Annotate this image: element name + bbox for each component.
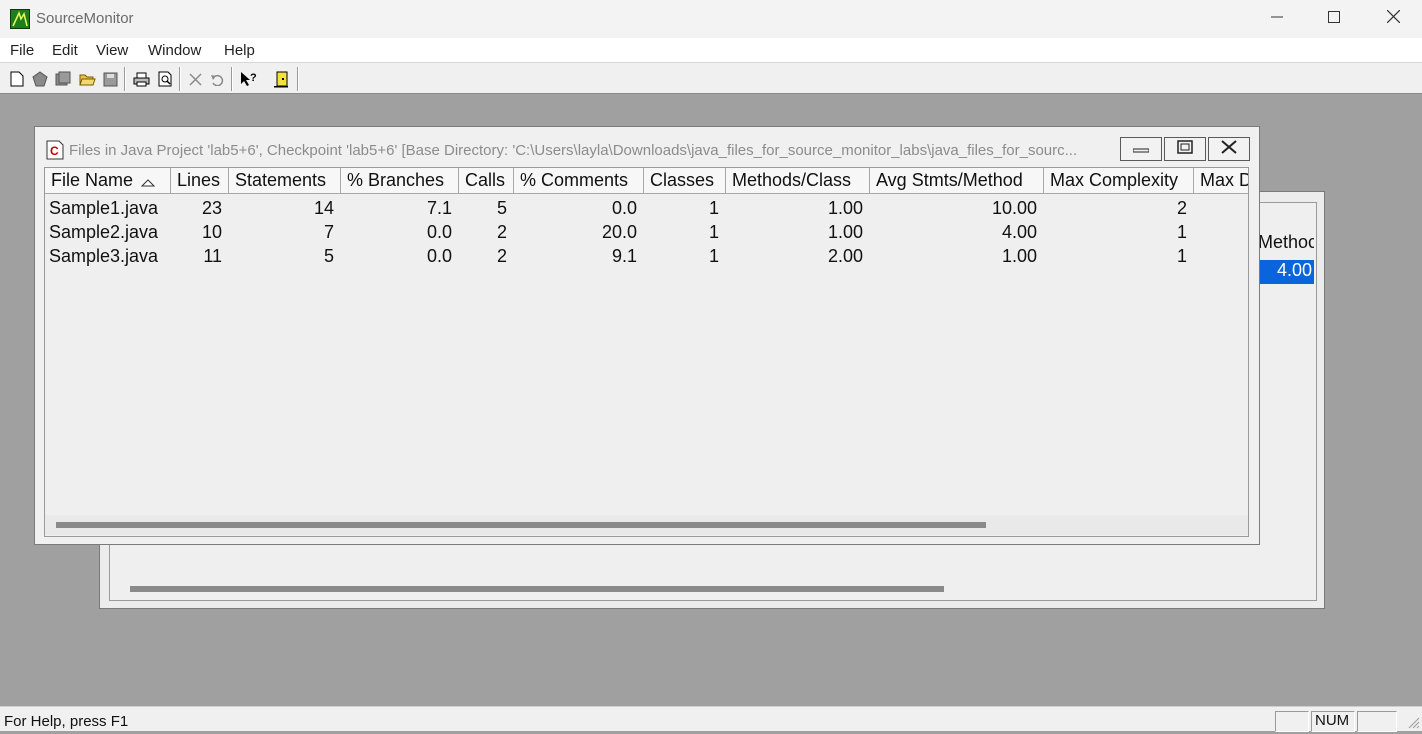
minimize-button[interactable] — [1120, 137, 1162, 161]
document-icon: C — [46, 140, 64, 160]
cell-classes: 1 — [708, 198, 719, 218]
horizontal-scrollbar-thumb[interactable] — [56, 522, 986, 528]
toolbar-separator — [231, 67, 233, 91]
resize-grip-icon[interactable] — [1404, 713, 1420, 729]
files-window-title: Files in Java Project 'lab5+6', Checkpoi… — [69, 142, 1078, 159]
minimize-button[interactable] — [1248, 0, 1306, 38]
horizontal-scrollbar[interactable] — [130, 586, 944, 592]
cell-avg-stmts-per-method: 10.00 — [991, 198, 1037, 218]
print-icon[interactable] — [130, 68, 152, 90]
column-header-statements[interactable]: Statements — [229, 168, 341, 194]
open-folder-icon[interactable] — [76, 68, 98, 90]
minimize-icon — [1271, 10, 1283, 28]
undo-icon[interactable] — [206, 68, 228, 90]
cell-branches: 0.0 — [426, 246, 452, 266]
column-header-lines[interactable]: Lines — [171, 168, 229, 194]
menu-help[interactable]: Help — [224, 42, 255, 59]
menu-bar: File Edit View Window Help — [0, 38, 1422, 63]
status-help-text: For Help, press F1 — [4, 713, 129, 730]
cell-comments: 20.0 — [601, 222, 637, 242]
sort-ascending-icon — [140, 171, 156, 192]
column-header-max-complexity[interactable]: Max Complexity — [1044, 168, 1194, 194]
column-header-calls[interactable]: Calls — [459, 168, 514, 194]
status-panel-num: NUM — [1311, 711, 1355, 732]
app-title: SourceMonitor — [36, 10, 134, 27]
column-header-file-name[interactable]: File Name — [45, 168, 171, 194]
menu-edit[interactable]: Edit — [52, 42, 78, 59]
cell-file-name: Sample3.java — [49, 246, 159, 266]
cell-methods-per-class: 1.00 — [827, 222, 863, 242]
column-header[interactable]: Methoc — [1258, 232, 1314, 258]
cell-branches: 0.0 — [426, 222, 452, 242]
cell-max-complexity: 2 — [1176, 198, 1187, 218]
toolbar-separator — [297, 67, 299, 91]
menu-window[interactable]: Window — [148, 42, 201, 59]
maximize-icon — [1328, 10, 1340, 28]
column-header-branches[interactable]: % Branches — [341, 168, 459, 194]
menu-view[interactable]: View — [96, 42, 128, 59]
svg-text:C: C — [50, 144, 59, 158]
maximize-button[interactable] — [1305, 0, 1363, 38]
cell-avg-stmts-per-method: 1.00 — [1001, 246, 1037, 266]
sourcemonitor-app-icon — [10, 9, 30, 29]
restore-icon — [1177, 139, 1193, 159]
checkpoint-icon[interactable] — [52, 68, 74, 90]
column-header-avg-stmts-per-method[interactable]: Avg Stmts/Method — [870, 168, 1044, 194]
menu-file[interactable]: File — [10, 42, 34, 59]
cell-methods-per-class: 1.00 — [827, 198, 863, 218]
cell-statements: 7 — [323, 222, 334, 242]
help-pointer-icon[interactable]: ? — [238, 68, 260, 90]
save-icon[interactable] — [99, 68, 121, 90]
exit-icon[interactable] — [270, 68, 292, 90]
title-bar: SourceMonitor — [0, 0, 1422, 38]
delete-icon[interactable] — [184, 68, 206, 90]
cell-comments: 9.1 — [611, 246, 637, 266]
open-project-icon[interactable] — [29, 68, 51, 90]
close-icon — [1386, 9, 1400, 28]
status-bar: For Help, press F1 NUM — [0, 706, 1422, 732]
toolbar-separator — [124, 67, 126, 91]
new-file-icon[interactable] — [6, 68, 28, 90]
toolbar: ? — [0, 63, 1422, 94]
selected-row-cell[interactable]: 4.00 — [1258, 260, 1314, 284]
column-header-methods-per-class[interactable]: Methods/Class — [726, 168, 870, 194]
cell-avg-stmts-per-method: 4.00 — [1001, 222, 1037, 242]
restore-button[interactable] — [1164, 137, 1206, 161]
cell-classes: 1 — [708, 222, 719, 242]
cell-statements: 5 — [323, 246, 334, 266]
files-table[interactable]: File Name Lines Statements % Branches Ca… — [44, 167, 1249, 537]
files-window-title-bar: C Files in Java Project 'lab5+6', Checkp… — [35, 127, 1259, 165]
cell-max-complexity: 1 — [1176, 222, 1187, 242]
cell-statements: 14 — [313, 198, 334, 218]
print-preview-icon[interactable] — [154, 68, 176, 90]
close-icon — [1221, 139, 1237, 159]
status-panel-caps — [1275, 711, 1309, 732]
cell-file-name: Sample1.java — [49, 198, 159, 218]
column-header-comments[interactable]: % Comments — [514, 168, 644, 194]
column-header-max-depth[interactable]: Max D — [1194, 168, 1248, 194]
cell-comments: 0.0 — [611, 198, 637, 218]
toolbar-separator — [179, 67, 181, 91]
cell-lines: 11 — [203, 246, 222, 266]
cell-calls: 2 — [496, 246, 507, 266]
files-window[interactable]: C Files in Java Project 'lab5+6', Checkp… — [34, 126, 1260, 545]
cell-methods-per-class: 2.00 — [827, 246, 863, 266]
cell-lines: 23 — [201, 198, 222, 218]
cell-calls: 2 — [496, 222, 507, 242]
minimize-icon — [1132, 140, 1150, 158]
close-button[interactable] — [1364, 0, 1422, 38]
status-panel-scroll — [1357, 711, 1397, 732]
close-button[interactable] — [1208, 137, 1250, 161]
cell-branches: 7.1 — [426, 198, 452, 218]
cell-calls: 5 — [496, 198, 507, 218]
cell-classes: 1 — [708, 246, 719, 266]
cell-max-complexity: 1 — [1176, 246, 1187, 266]
cell-file-name: Sample2.java — [49, 222, 159, 242]
cell-lines: 10 — [201, 222, 222, 242]
svg-text:?: ? — [250, 72, 257, 84]
column-header-classes[interactable]: Classes — [644, 168, 726, 194]
